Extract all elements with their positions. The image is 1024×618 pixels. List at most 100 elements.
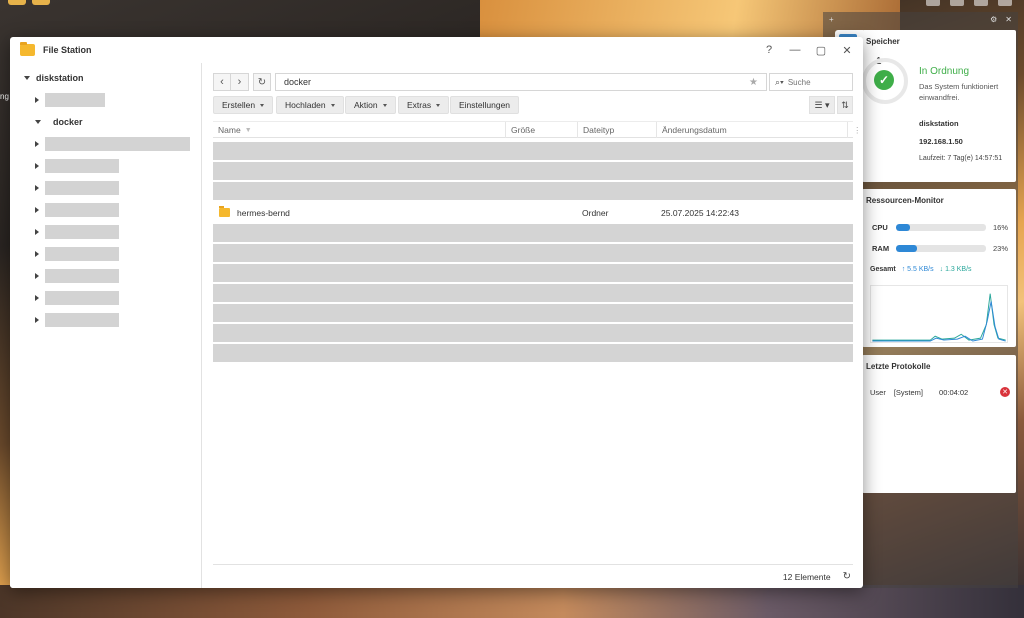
collapse-arrow-icon[interactable] xyxy=(35,273,39,279)
tree-folder-redacted[interactable] xyxy=(35,247,119,261)
taskbar-icon[interactable] xyxy=(998,0,1012,6)
create-button[interactable]: Erstellen xyxy=(213,96,274,114)
column-menu-icon[interactable]: ⋮ xyxy=(848,122,862,138)
tree-folder-redacted[interactable] xyxy=(35,159,119,173)
window-title: File Station xyxy=(43,45,92,55)
upload-button[interactable]: Hochladen xyxy=(276,96,344,114)
log-source: [System] xyxy=(893,387,924,397)
log-time: 00:04:02 xyxy=(939,387,969,397)
refresh-icon[interactable]: ↻ xyxy=(843,571,851,582)
taskbar-icons xyxy=(926,0,1012,6)
expand-arrow-icon[interactable] xyxy=(35,120,41,124)
log-entry[interactable]: User [System] 00:04:02 ✕ xyxy=(870,387,1010,397)
path-field[interactable]: docker ★ xyxy=(275,73,767,91)
caret-down-icon xyxy=(436,103,441,107)
window-titlebar[interactable]: File Station ? — ▢ ✕ xyxy=(10,37,863,63)
table-row-redacted[interactable] xyxy=(213,264,853,282)
column-size[interactable]: Größe xyxy=(506,122,578,138)
action-button[interactable]: Aktion xyxy=(345,96,396,114)
navigation-toolbar: ‹ › ↻ docker ★ ⌕▾ xyxy=(213,73,853,91)
widget-settings-icon[interactable]: ⚙ xyxy=(990,15,997,24)
column-name[interactable]: Name ▼ xyxy=(213,122,506,138)
tree-folder-redacted[interactable] xyxy=(35,269,119,283)
tree-folder-redacted[interactable] xyxy=(35,313,119,327)
forward-button[interactable]: › xyxy=(231,73,249,91)
cpu-percent: 16% xyxy=(992,223,1008,232)
tree-folder-redacted[interactable] xyxy=(35,181,119,195)
resource-monitor-title: Ressourcen-Monitor xyxy=(866,196,944,205)
refresh-button[interactable]: ↻ xyxy=(253,73,271,91)
action-label: Aktion xyxy=(354,100,378,110)
tree-folder-redacted[interactable] xyxy=(35,291,119,305)
collapse-arrow-icon[interactable] xyxy=(35,141,39,147)
search-field[interactable]: ⌕▾ xyxy=(769,73,853,91)
maximize-button[interactable]: ▢ xyxy=(815,44,827,57)
folder-tree: diskstation docker xyxy=(10,63,202,588)
collapse-arrow-icon[interactable] xyxy=(35,317,39,323)
taskbar-icon[interactable] xyxy=(974,0,988,6)
chevron-right-icon: › xyxy=(237,76,242,88)
search-icon[interactable]: ⌕▾ xyxy=(775,77,784,88)
tree-folder-redacted[interactable] xyxy=(35,225,119,239)
tree-folder-redacted[interactable] xyxy=(35,203,119,217)
star-icon[interactable]: ★ xyxy=(749,77,758,88)
ram-bar xyxy=(896,245,986,252)
network-graph xyxy=(870,285,1008,343)
close-button[interactable]: ✕ xyxy=(841,44,853,57)
check-icon: ✓ xyxy=(874,70,894,90)
table-row-redacted[interactable] xyxy=(213,284,853,302)
storage-widget-title: Speicher xyxy=(866,37,900,46)
redacted-label xyxy=(45,181,119,195)
table-row-redacted[interactable] xyxy=(213,162,853,180)
upload-label: Hochladen xyxy=(285,100,326,110)
tree-folder-redacted[interactable] xyxy=(35,137,190,151)
expand-arrow-icon[interactable] xyxy=(24,76,30,80)
table-row-redacted[interactable] xyxy=(213,224,853,242)
desktop-app-icon[interactable] xyxy=(32,0,50,5)
help-button[interactable]: ? xyxy=(763,44,775,56)
table-row-redacted[interactable] xyxy=(213,182,853,200)
redacted-label xyxy=(45,203,119,217)
collapse-arrow-icon[interactable] xyxy=(35,229,39,235)
column-name-label: Name xyxy=(218,125,241,135)
column-type[interactable]: Dateityp xyxy=(578,122,657,138)
table-row-redacted[interactable] xyxy=(213,304,853,322)
tree-folder-redacted[interactable] xyxy=(35,93,105,107)
tree-folder-docker[interactable]: docker xyxy=(35,115,83,129)
table-row-redacted[interactable] xyxy=(213,142,853,160)
taskbar-icon[interactable] xyxy=(926,0,940,6)
taskbar-icon[interactable] xyxy=(950,0,964,6)
error-icon: ✕ xyxy=(1000,387,1010,397)
redacted-label xyxy=(45,291,119,305)
collapse-arrow-icon[interactable] xyxy=(35,295,39,301)
column-modified[interactable]: Änderungsdatum xyxy=(657,122,848,138)
upload-value: 5.5 KB/s xyxy=(907,266,934,273)
collapse-arrow-icon[interactable] xyxy=(35,207,39,213)
tree-root[interactable]: diskstation xyxy=(24,73,84,83)
tree-root-label: diskstation xyxy=(36,73,84,83)
resource-monitor-widget: Ressourcen-Monitor CPU 16% RAM 23% Gesam… xyxy=(862,189,1016,347)
widget-close-icon[interactable]: ✕ xyxy=(1005,15,1012,24)
table-row[interactable]: hermes-bernd Ordner 25.07.2025 14:22:43 xyxy=(213,204,853,222)
back-button[interactable]: ‹ xyxy=(213,73,231,91)
collapse-arrow-icon[interactable] xyxy=(35,97,39,103)
view-mode-button[interactable]: ☰ ▾ xyxy=(809,96,835,114)
storage-widget: Speicher 1 ✓ In Ordnung Das System funkt… xyxy=(862,30,1016,182)
caret-down-icon xyxy=(260,103,265,107)
table-row-redacted[interactable] xyxy=(213,244,853,262)
file-rows: hermes-bernd Ordner 25.07.2025 14:22:43 xyxy=(213,142,853,364)
minimize-button[interactable]: — xyxy=(789,44,801,56)
widget-add-icon[interactable]: + xyxy=(829,15,834,24)
collapse-arrow-icon[interactable] xyxy=(35,163,39,169)
tools-button[interactable]: Extras xyxy=(398,96,450,114)
log-user: User xyxy=(870,387,886,397)
table-row-redacted[interactable] xyxy=(213,324,853,342)
row-modified: 25.07.2025 14:22:43 xyxy=(661,208,739,218)
sort-button[interactable]: ⇅ xyxy=(837,96,853,114)
collapse-arrow-icon[interactable] xyxy=(35,251,39,257)
desktop-app-icon[interactable] xyxy=(8,0,26,5)
settings-button[interactable]: Einstellungen xyxy=(450,96,520,114)
search-input[interactable] xyxy=(787,77,846,87)
table-row-redacted[interactable] xyxy=(213,344,853,362)
collapse-arrow-icon[interactable] xyxy=(35,185,39,191)
